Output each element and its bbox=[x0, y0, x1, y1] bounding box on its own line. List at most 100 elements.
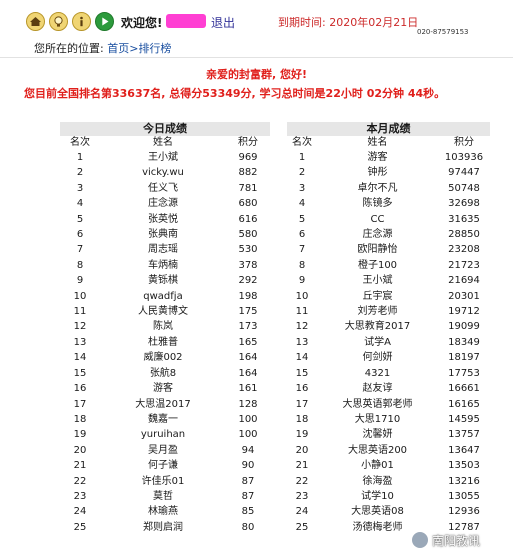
month-table-row: 12 大思教育2017 19099 bbox=[287, 319, 490, 334]
today-table-row: 15 张航8 164 bbox=[60, 366, 270, 381]
month-table-row: 3 卓尔不凡 50748 bbox=[287, 181, 490, 196]
today-rank-cell: 3 bbox=[76, 182, 84, 194]
month-score-cell: 13055 bbox=[448, 490, 480, 502]
today-table-row: 3 任义飞 781 bbox=[60, 181, 270, 196]
today-name-cell: qwadfja bbox=[143, 290, 183, 302]
today-table-row: 25 郑则启润 80 bbox=[60, 520, 270, 535]
watermark-text: 南阳教讯 bbox=[432, 534, 481, 548]
month-name-cell: 沈馨妍 bbox=[362, 429, 393, 441]
today-rank-cell: 7 bbox=[76, 244, 84, 256]
month-name-cell: 刘芳老师 bbox=[357, 306, 398, 318]
today-score-cell: 530 bbox=[238, 244, 258, 256]
today-rank-cell: 2 bbox=[76, 167, 84, 179]
month-rank-cell: 4 bbox=[298, 198, 306, 210]
month-table-row: 18 大思1710 14595 bbox=[287, 412, 490, 427]
today-name-cell: 陈岚 bbox=[153, 321, 173, 333]
month-rank-cell: 21 bbox=[295, 460, 309, 472]
today-score-cell: 164 bbox=[238, 352, 258, 364]
month-score-cell: 16165 bbox=[448, 398, 480, 410]
today-score-cell: 85 bbox=[241, 506, 255, 518]
today-rank-cell: 20 bbox=[73, 444, 87, 456]
month-rank-cell: 23 bbox=[295, 490, 309, 502]
month-name-cell: 赵友谆 bbox=[362, 383, 393, 395]
today-table-row: 17 大思温2017 128 bbox=[60, 397, 270, 412]
today-score-cell: 87 bbox=[241, 475, 255, 487]
today-header-name: 姓名 bbox=[153, 137, 173, 148]
month-table-row: 13 试学A 18349 bbox=[287, 335, 490, 350]
month-score-cell: 17753 bbox=[448, 367, 480, 379]
month-rank-cell: 13 bbox=[295, 336, 309, 348]
logout-link[interactable]: 退出 bbox=[211, 14, 235, 31]
today-rank-cell: 24 bbox=[73, 506, 87, 518]
today-score-cell: 378 bbox=[238, 259, 258, 271]
today-table-row: 7 周志瑶 530 bbox=[60, 242, 270, 257]
month-rank-cell: 18 bbox=[295, 413, 309, 425]
breadcrumb-prefix: 您所在的位置: bbox=[34, 42, 104, 55]
today-name-cell: 人民黄博文 bbox=[138, 306, 188, 318]
month-table-row: 4 陈镜多 32698 bbox=[287, 196, 490, 211]
breadcrumb-home-link[interactable]: 首页 bbox=[107, 42, 129, 55]
lightbulb-icon[interactable] bbox=[49, 12, 68, 31]
rank-summary: 您目前全国排名第33637名, 总得分53349分, 学习总时间是22小时 02… bbox=[24, 87, 446, 100]
today-table-row: 12 陈岚 173 bbox=[60, 319, 270, 334]
home-icon[interactable] bbox=[26, 12, 45, 31]
today-table-row: 5 张英悦 616 bbox=[60, 212, 270, 227]
month-rank-cell: 16 bbox=[295, 383, 309, 395]
welcome-text: 欢迎您! bbox=[121, 16, 163, 30]
month-name-cell: CC bbox=[370, 213, 385, 225]
today-score-cell: 164 bbox=[238, 367, 258, 379]
month-rank-cell: 2 bbox=[298, 167, 306, 179]
today-table-row: 2 vicky.wu 882 bbox=[60, 165, 270, 180]
today-score-cell: 128 bbox=[238, 398, 258, 410]
today-name-cell: 黄铄棋 bbox=[148, 275, 178, 287]
today-rank-cell: 14 bbox=[73, 352, 87, 364]
month-score-cell: 18197 bbox=[448, 352, 480, 364]
today-table-row: 8 车炳楠 378 bbox=[60, 258, 270, 273]
month-rank-cell: 1 bbox=[298, 152, 306, 163]
month-score-cell: 31635 bbox=[448, 213, 480, 225]
today-score-cell: 90 bbox=[241, 460, 255, 472]
today-name-cell: 任义飞 bbox=[148, 182, 178, 194]
month-name-cell: 丘宇宸 bbox=[362, 290, 393, 302]
today-rank-cell: 6 bbox=[76, 229, 84, 241]
today-score-cell: 173 bbox=[238, 321, 258, 333]
today-rank-cell: 22 bbox=[73, 475, 87, 487]
month-name-cell: 何剑妍 bbox=[362, 352, 393, 364]
month-score-cell: 103936 bbox=[444, 152, 484, 163]
month-rank-cell: 17 bbox=[295, 398, 309, 410]
today-score-cell: 882 bbox=[238, 167, 258, 179]
today-rank-cell: 15 bbox=[73, 367, 87, 379]
month-table-row: 5 CC 31635 bbox=[287, 212, 490, 227]
today-table-row: 11 人民黄博文 175 bbox=[60, 304, 270, 319]
month-rank-cell: 5 bbox=[298, 213, 306, 225]
today-ranking-table: 今日成绩 名次 姓名 积分 1 王小斌 969 2 vicky.wu 882 3 任义飞 781… bbox=[60, 122, 270, 535]
play-icon[interactable] bbox=[95, 12, 114, 31]
month-score-cell: 20301 bbox=[448, 290, 480, 302]
month-name-cell: 小静01 bbox=[361, 460, 394, 472]
today-score-cell: 100 bbox=[238, 413, 258, 425]
today-name-cell: yuruihan bbox=[140, 429, 186, 441]
month-name-cell: 大思英语郭老师 bbox=[342, 398, 413, 410]
month-header-rank: 名次 bbox=[292, 137, 312, 148]
today-name-cell: 莫哲 bbox=[153, 490, 173, 502]
today-rank-cell: 4 bbox=[76, 198, 84, 210]
today-name-cell: 郑则启润 bbox=[143, 521, 183, 533]
today-rank-cell: 25 bbox=[73, 521, 87, 533]
today-table-row: 18 魏嘉一 100 bbox=[60, 412, 270, 427]
today-score-cell: 175 bbox=[238, 306, 258, 318]
breadcrumb-current[interactable]: 排行榜 bbox=[138, 42, 171, 55]
month-name-cell: 卓尔不凡 bbox=[357, 182, 398, 194]
today-table-row: 22 许佳乐01 87 bbox=[60, 474, 270, 489]
month-table-row: 10 丘宇宸 20301 bbox=[287, 289, 490, 304]
month-rank-cell: 24 bbox=[295, 506, 309, 518]
today-table-row: 16 游客 161 bbox=[60, 381, 270, 396]
today-table-title: 今日成绩 bbox=[60, 122, 270, 136]
today-name-cell: 魏嘉一 bbox=[148, 413, 178, 425]
today-rank-cell: 21 bbox=[73, 460, 87, 472]
today-table-row: 20 吴月盈 94 bbox=[60, 443, 270, 458]
info-icon[interactable] bbox=[72, 12, 91, 31]
month-score-cell: 23208 bbox=[448, 244, 480, 256]
month-name-cell: 4321 bbox=[364, 367, 391, 379]
month-name-cell: 试学A bbox=[364, 336, 391, 348]
month-score-cell: 19712 bbox=[448, 306, 480, 318]
